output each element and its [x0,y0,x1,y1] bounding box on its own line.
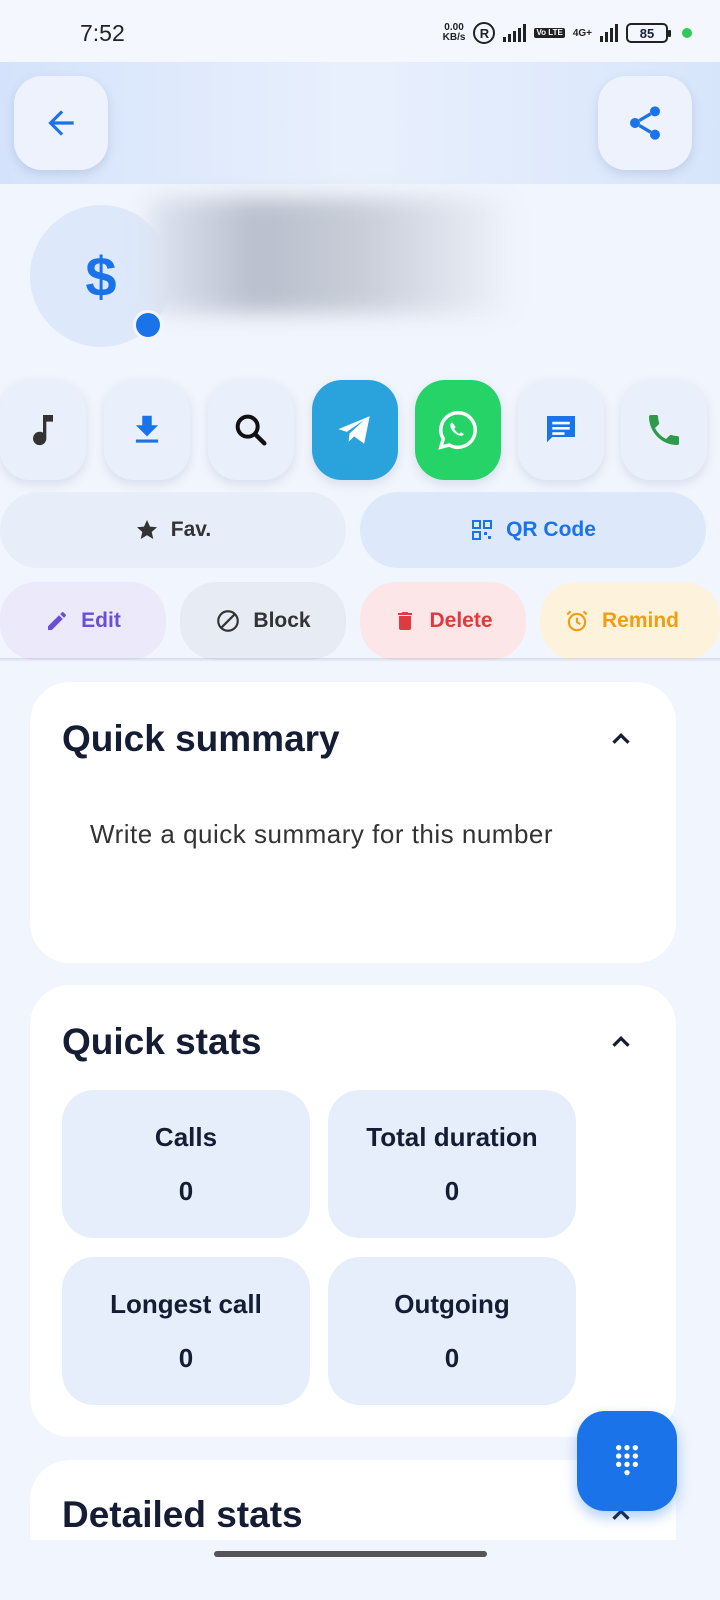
detailed-stats-title: Detailed stats [62,1494,303,1535]
net-speed: 0.00 KB/s [442,22,466,43]
music-note-icon [33,415,53,446]
share-icon [630,106,660,140]
stat-calls: Calls 0 [62,1090,310,1238]
registered-icon: R [473,22,496,44]
stat-value: 0 [444,1343,460,1373]
star-icon [136,520,157,539]
quick-summary-title: Quick summary [62,718,340,759]
status-icons: 0.00 KB/s R Vo LTE 4G+ 85 [443,18,692,48]
delete-label: Delete [429,609,493,632]
search-button[interactable] [208,380,294,480]
quick-stats-card: Quick stats Calls 0 Total duration 0 Lon… [30,985,676,1437]
stat-longest-call: Longest call 0 [62,1257,310,1405]
telegram-button[interactable] [312,380,398,480]
signal-icon [503,24,527,42]
privacy-dot [682,28,692,38]
edit-label: Edit [81,609,121,632]
telegram-icon [338,416,370,444]
phone-icon [649,415,679,445]
message-icon [547,416,575,443]
whatsapp-icon [438,411,477,450]
stat-value: 0 [178,1176,194,1206]
block-button[interactable]: Block [180,582,346,660]
share-button[interactable] [598,76,692,170]
battery-icon: 85 [626,23,671,43]
message-button[interactable] [518,380,604,480]
edit-button[interactable]: Edit [0,582,166,660]
pencil-icon [48,612,67,630]
quick-summary-card: Quick summary Write a quick summary for … [30,682,676,963]
qr-code-button[interactable]: QR Code [360,492,706,568]
search-icon [235,414,267,446]
quick-stats-collapse-button[interactable] [606,1027,636,1062]
favorite-label: Fav. [170,518,212,541]
back-button[interactable] [14,76,108,170]
call-button[interactable] [621,380,707,480]
quick-summary-collapse-button[interactable] [606,724,636,759]
qr-code-label: QR Code [506,518,596,541]
alarm-clock-icon [566,610,588,632]
remind-button[interactable]: Remind [540,582,720,660]
stat-label: Outgoing [394,1289,510,1319]
block-label: Block [253,609,311,632]
trash-icon [398,612,413,630]
stat-label: Longest call [110,1289,262,1319]
chevron-up-icon [612,1035,630,1047]
dialpad-fab-button[interactable] [577,1411,677,1511]
whatsapp-button[interactable] [415,380,501,480]
favorite-button[interactable]: Fav. [0,492,346,568]
block-icon [217,610,240,632]
stat-label: Total duration [366,1122,538,1152]
home-indicator[interactable] [214,1551,487,1557]
stat-value: 0 [178,1343,194,1373]
status-bar: 7:52 0.00 KB/s R Vo LTE 4G+ 85 [0,0,720,62]
quick-summary-input[interactable]: Write a quick summary for this number [90,812,570,856]
status-time: 7:52 [80,20,125,46]
arrow-left-icon [48,110,74,136]
avatar-symbol: $ [85,244,117,308]
blurred-contact-name [148,198,510,313]
divider-shadow [0,658,720,662]
ringtone-button[interactable] [0,380,86,480]
signal-icon-2 [600,24,618,42]
dialpad-icon [616,1445,638,1476]
delete-button[interactable]: Delete [360,582,526,660]
quick-stats-title: Quick stats [62,1021,262,1062]
download-button[interactable] [104,380,190,480]
volte-icon: Vo LTE [534,28,565,38]
network-type: 4G+ [572,27,592,39]
chevron-up-icon [612,732,630,744]
stat-value: 0 [444,1176,460,1206]
avatar-badge-icon[interactable] [133,310,163,340]
remind-label: Remind [602,609,680,632]
stat-total-duration: Total duration 0 [328,1090,576,1238]
stat-outgoing: Outgoing 0 [328,1257,576,1405]
qr-code-icon [472,520,493,540]
download-icon [135,415,159,443]
stat-label: Calls [154,1122,218,1152]
